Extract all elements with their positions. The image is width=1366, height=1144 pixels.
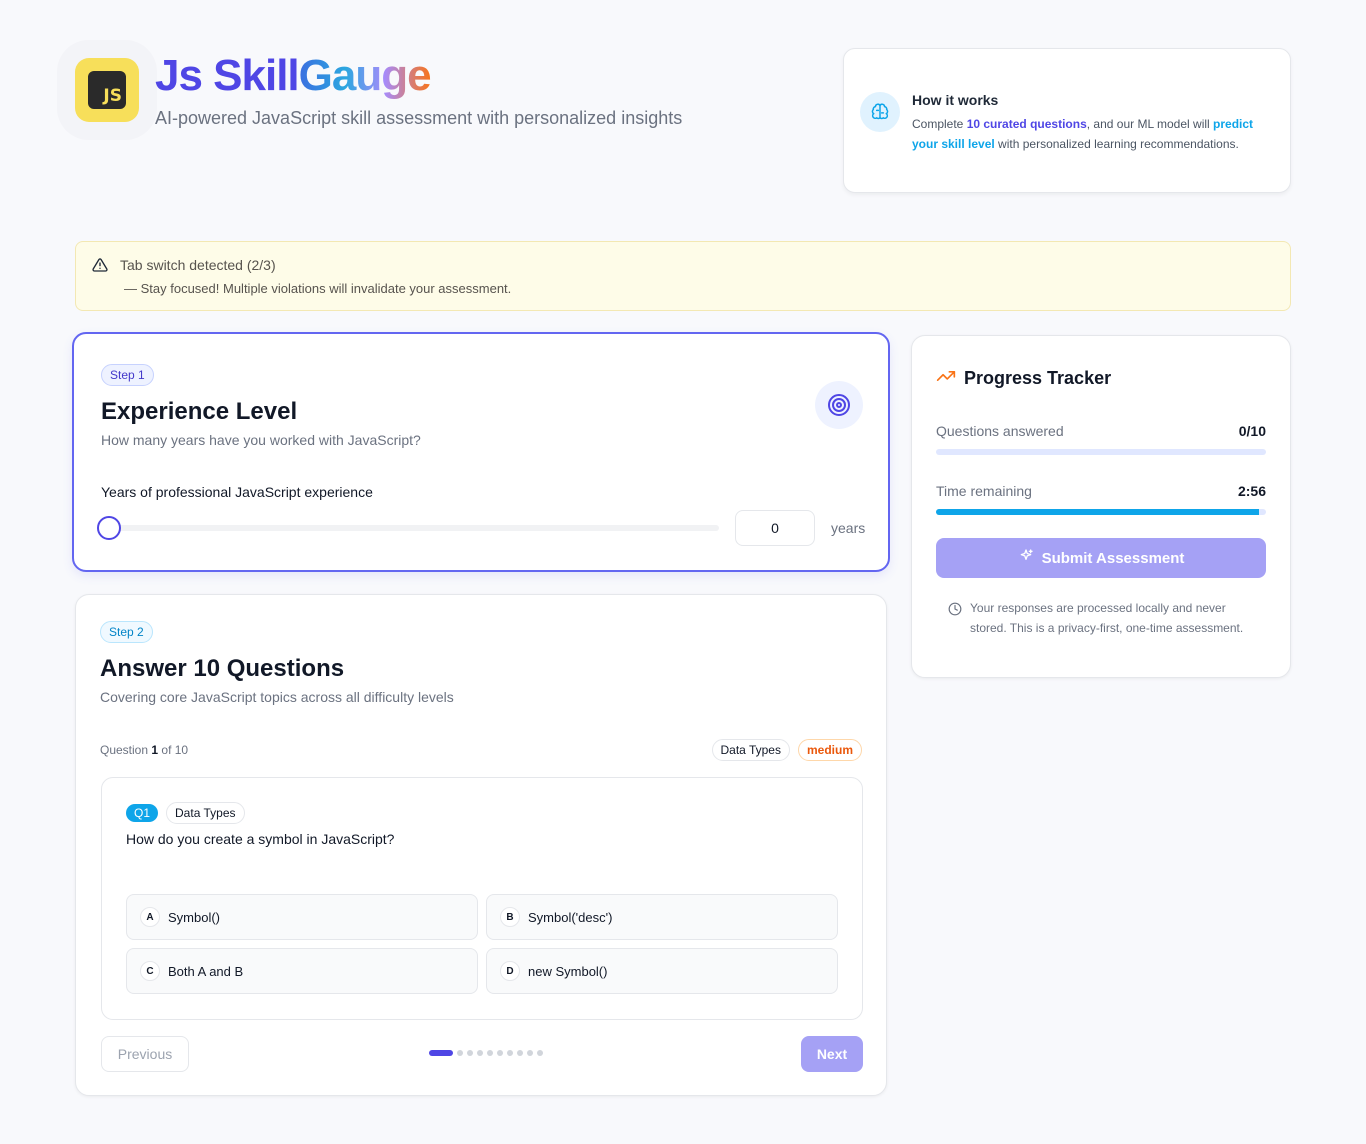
option-d-text: new Symbol() — [528, 963, 608, 979]
topic-tag: Data Types — [711, 739, 790, 761]
brain-icon — [860, 92, 900, 132]
years-unit-label: years — [831, 520, 866, 536]
how-text-3: with personalized learning recommendatio… — [994, 137, 1239, 151]
target-icon — [815, 381, 863, 429]
warning-title: Tab switch detected (2/3) — [120, 257, 276, 273]
answered-progress-bar — [936, 449, 1266, 455]
pagination-dot[interactable] — [429, 1050, 453, 1056]
option-d-letter: D — [500, 961, 520, 981]
pagination-dot[interactable] — [487, 1050, 493, 1056]
app-logo: JS — [75, 58, 139, 122]
privacy-note: Your responses are processed locally and… — [936, 592, 1266, 646]
question-number-badge: Q1 — [126, 804, 159, 822]
warning-triangle-icon — [92, 257, 108, 278]
experience-slider-label: Years of professional JavaScript experie… — [101, 484, 373, 500]
answered-label: Questions answered — [936, 423, 1064, 439]
question-pagination — [429, 1050, 543, 1056]
app-title: Js SkillGauge — [155, 50, 432, 102]
how-highlight-questions: 10 curated questions — [966, 117, 1087, 131]
app-title-part2: Gauge — [298, 51, 432, 100]
next-button[interactable]: Next — [801, 1036, 863, 1072]
experience-level-card: Step 1 Experience Level How many years h… — [72, 332, 890, 572]
option-b[interactable]: B Symbol('desc') — [486, 894, 838, 940]
time-value: 2:56 — [1237, 483, 1266, 499]
app-title-part1: Js Skill — [155, 51, 300, 100]
trending-up-icon — [936, 366, 956, 391]
clock-icon — [948, 602, 962, 622]
years-input[interactable] — [735, 510, 815, 546]
privacy-text: Your responses are processed locally and… — [970, 601, 1244, 635]
option-a[interactable]: A Symbol() — [126, 894, 478, 940]
option-c-text: Both A and B — [168, 963, 244, 979]
option-c[interactable]: C Both A and B — [126, 948, 478, 994]
submit-label: Submit Assessment — [1041, 549, 1185, 567]
how-it-works-title: How it works — [912, 92, 999, 108]
app-subtitle: AI-powered JavaScript skill assessment w… — [155, 108, 683, 128]
question-box: Q1 Data Types How do you create a symbol… — [101, 777, 863, 1020]
option-a-letter: A — [140, 907, 160, 927]
step2-badge: Step 2 — [100, 621, 153, 643]
how-text-2: , and our ML model will — [1086, 117, 1214, 131]
pagination-dot[interactable] — [467, 1050, 473, 1056]
option-d[interactable]: D new Symbol() — [486, 948, 838, 994]
option-b-letter: B — [500, 907, 520, 927]
tab-switch-warning: Tab switch detected (2/3) — Stay focused… — [75, 241, 1291, 311]
time-progress-fill — [936, 509, 1260, 515]
option-a-text: Symbol() — [168, 909, 221, 925]
question-tags: Data Types medium — [711, 739, 862, 761]
pagination-dot[interactable] — [457, 1050, 463, 1056]
answered-value: 0/10 — [1238, 423, 1266, 439]
question-text: How do you create a symbol in JavaScript… — [126, 831, 395, 847]
pagination-dot[interactable] — [527, 1050, 533, 1056]
pagination-dot[interactable] — [507, 1050, 513, 1056]
question-counter-suffix: of 10 — [158, 743, 189, 757]
submit-assessment-button[interactable]: Submit Assessment — [936, 538, 1266, 578]
pagination-dot[interactable] — [537, 1050, 543, 1056]
step2-title: Answer 10 Questions — [100, 655, 345, 682]
difficulty-tag: medium — [797, 739, 862, 761]
warning-message: — Stay focused! Multiple violations will… — [124, 281, 512, 296]
previous-button[interactable]: Previous — [101, 1036, 189, 1072]
progress-tracker-card: Progress Tracker Questions answered 0/10… — [911, 335, 1291, 678]
pagination-dot[interactable] — [497, 1050, 503, 1056]
questions-card: Step 2 Answer 10 Questions Covering core… — [75, 594, 887, 1096]
step1-title: Experience Level — [101, 398, 298, 425]
option-b-text: Symbol('desc') — [528, 909, 613, 925]
step1-description: How many years have you worked with Java… — [101, 432, 421, 448]
question-counter: Question 1 of 10 — [100, 743, 188, 757]
experience-slider-track[interactable] — [101, 525, 719, 531]
time-progress-bar — [936, 509, 1266, 515]
step2-description: Covering core JavaScript topics across a… — [100, 689, 454, 705]
pagination-dot[interactable] — [477, 1050, 483, 1056]
pagination-dot[interactable] — [517, 1050, 523, 1056]
how-it-works-text: Complete 10 curated questions, and our M… — [912, 114, 1280, 154]
question-counter-prefix: Question — [100, 743, 152, 757]
question-topic-tag: Data Types — [166, 802, 245, 824]
how-text-1: Complete — [912, 117, 967, 131]
logo-text: JS — [103, 86, 122, 106]
experience-slider-thumb[interactable] — [97, 516, 121, 540]
time-label: Time remaining — [936, 483, 1032, 499]
progress-title: Progress Tracker — [964, 368, 1112, 388]
option-c-letter: C — [140, 961, 160, 981]
js-logo-icon: JS — [88, 71, 126, 109]
sparkles-icon — [1018, 548, 1034, 568]
step1-badge: Step 1 — [101, 364, 154, 386]
how-it-works-card: How it works Complete 10 curated questio… — [843, 48, 1291, 193]
